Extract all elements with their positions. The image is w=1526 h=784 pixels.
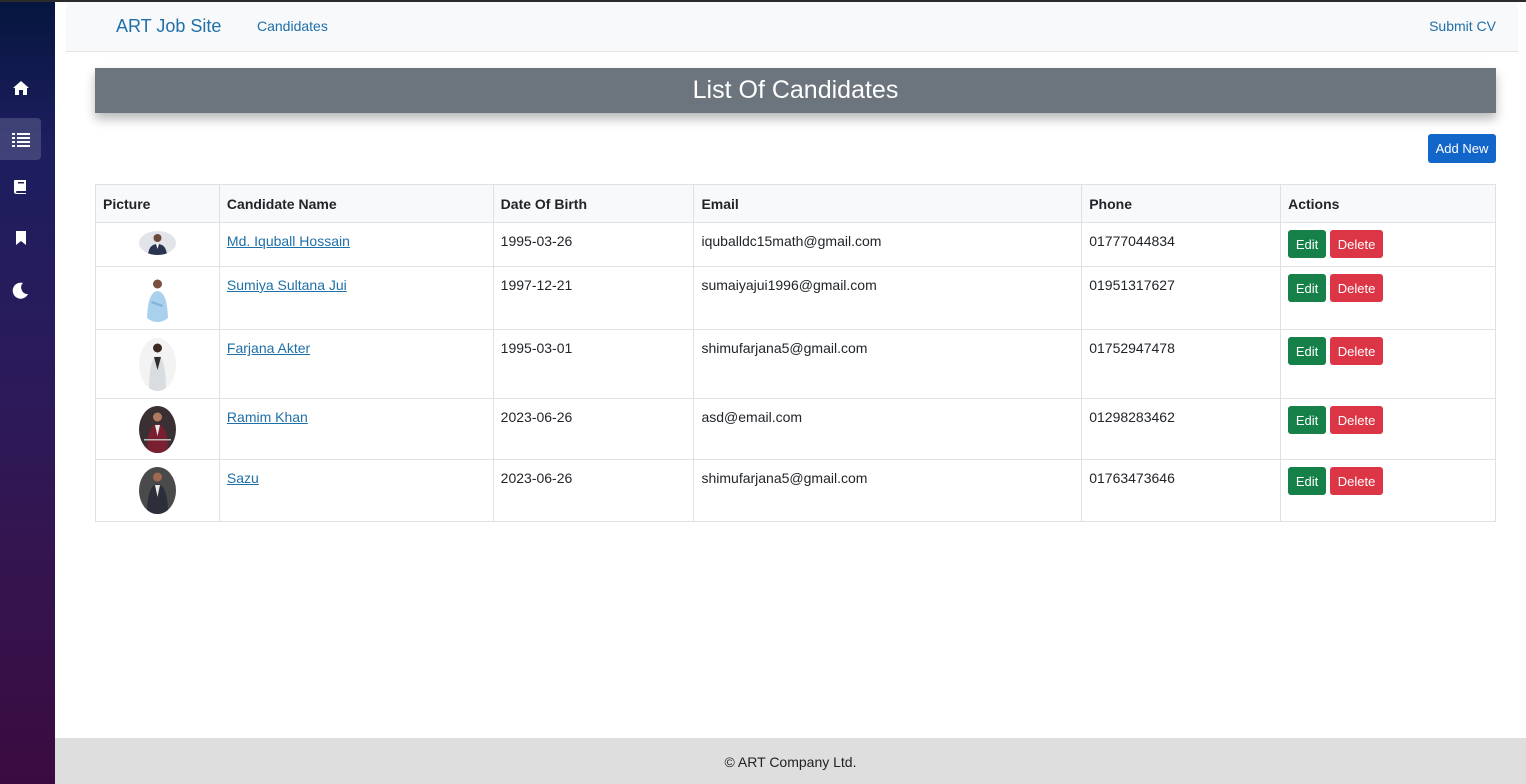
sidebar: [0, 2, 55, 784]
dob-cell: 2023-06-26: [492, 459, 695, 522]
picture-cell: [95, 398, 220, 460]
edit-button[interactable]: Edit: [1288, 337, 1327, 365]
table-row: Sazu 2023-06-26 shimufarjana5@gmail.com …: [95, 459, 1496, 522]
picture-cell: [95, 266, 220, 330]
sidebar-item-bookmark[interactable]: [0, 217, 41, 259]
list-icon: [11, 132, 30, 147]
nav-link-submit-cv[interactable]: Submit CV: [1429, 18, 1496, 34]
sidebar-item-list[interactable]: [0, 118, 41, 160]
avatar: [139, 231, 176, 255]
bookmark-icon: [15, 231, 26, 245]
sidebar-item-theme[interactable]: [0, 269, 41, 311]
candidate-name-link[interactable]: Sumiya Sultana Jui: [227, 277, 347, 293]
avatar: [139, 467, 176, 514]
column-header-actions: Actions: [1280, 184, 1496, 223]
avatar: [139, 406, 176, 453]
edit-button[interactable]: Edit: [1288, 406, 1327, 434]
column-header-candidate-name: Candidate Name: [218, 184, 494, 223]
edit-button[interactable]: Edit: [1288, 467, 1327, 495]
phone-cell: 01763473646: [1081, 459, 1282, 522]
dob-cell: 1997-12-21: [492, 266, 695, 330]
candidate-name-link[interactable]: Sazu: [227, 470, 259, 486]
column-header-date-of-birth: Date Of Birth: [492, 184, 695, 223]
dob-cell: 1995-03-26: [492, 222, 695, 267]
candidate-name-link[interactable]: Ramim Khan: [227, 409, 308, 425]
avatar: [139, 275, 176, 322]
picture-cell: [95, 329, 220, 399]
candidate-name-link[interactable]: Md. Iquball Hossain: [227, 233, 350, 249]
email-cell: shimufarjana5@gmail.com: [693, 329, 1083, 399]
candidate-name-link[interactable]: Farjana Akter: [227, 340, 310, 356]
edit-button[interactable]: Edit: [1288, 274, 1327, 302]
delete-button[interactable]: Delete: [1330, 467, 1384, 495]
home-icon: [12, 81, 29, 95]
email-cell: iquballdc15math@gmail.com: [693, 222, 1083, 267]
brand-link[interactable]: ART Job Site: [116, 16, 221, 37]
top-navbar: ART Job Site Candidates Submit CV: [66, 2, 1518, 52]
picture-cell: [95, 222, 220, 267]
phone-cell: 01777044834: [1081, 222, 1282, 267]
column-header-picture: Picture: [95, 184, 220, 223]
phone-cell: 01298283462: [1081, 398, 1282, 460]
sidebar-item-book[interactable]: [0, 166, 41, 208]
sidebar-item-home[interactable]: [0, 67, 41, 109]
delete-button[interactable]: Delete: [1330, 337, 1384, 365]
dob-cell: 2023-06-26: [492, 398, 695, 460]
table-row: Sumiya Sultana Jui 1997-12-21 sumaiyajui…: [95, 266, 1496, 330]
table-row: Ramim Khan 2023-06-26 asd@email.com 0129…: [95, 398, 1496, 460]
footer-copyright: © ART Company Ltd.: [724, 754, 857, 770]
delete-button[interactable]: Delete: [1330, 406, 1384, 434]
candidates-table: Picture Candidate Name Date Of Birth Ema…: [95, 184, 1496, 522]
page-title: List Of Candidates: [692, 76, 899, 104]
phone-cell: 01752947478: [1081, 329, 1282, 399]
phone-cell: 01951317627: [1081, 266, 1282, 330]
table-row: Md. Iquball Hossain 1995-03-26 iquballdc…: [95, 222, 1496, 267]
delete-button[interactable]: Delete: [1330, 230, 1384, 258]
table-row: Farjana Akter 1995-03-01 shimufarjana5@g…: [95, 329, 1496, 399]
picture-cell: [95, 459, 220, 522]
email-cell: sumaiyajui1996@gmail.com: [693, 266, 1083, 330]
column-header-email: Email: [693, 184, 1083, 223]
nav-link-candidates[interactable]: Candidates: [257, 18, 328, 34]
footer: © ART Company Ltd.: [55, 738, 1526, 784]
moon-icon: [12, 282, 28, 299]
table-header-row: Picture Candidate Name Date Of Birth Ema…: [95, 184, 1496, 223]
edit-button[interactable]: Edit: [1288, 230, 1327, 258]
email-cell: asd@email.com: [693, 398, 1083, 460]
delete-button[interactable]: Delete: [1330, 274, 1384, 302]
dob-cell: 1995-03-01: [492, 329, 695, 399]
book-icon: [13, 180, 26, 194]
add-new-button[interactable]: Add New: [1428, 134, 1496, 163]
avatar: [139, 338, 176, 391]
column-header-phone: Phone: [1081, 184, 1282, 223]
page-banner: List Of Candidates: [95, 68, 1496, 113]
email-cell: shimufarjana5@gmail.com: [693, 459, 1083, 522]
